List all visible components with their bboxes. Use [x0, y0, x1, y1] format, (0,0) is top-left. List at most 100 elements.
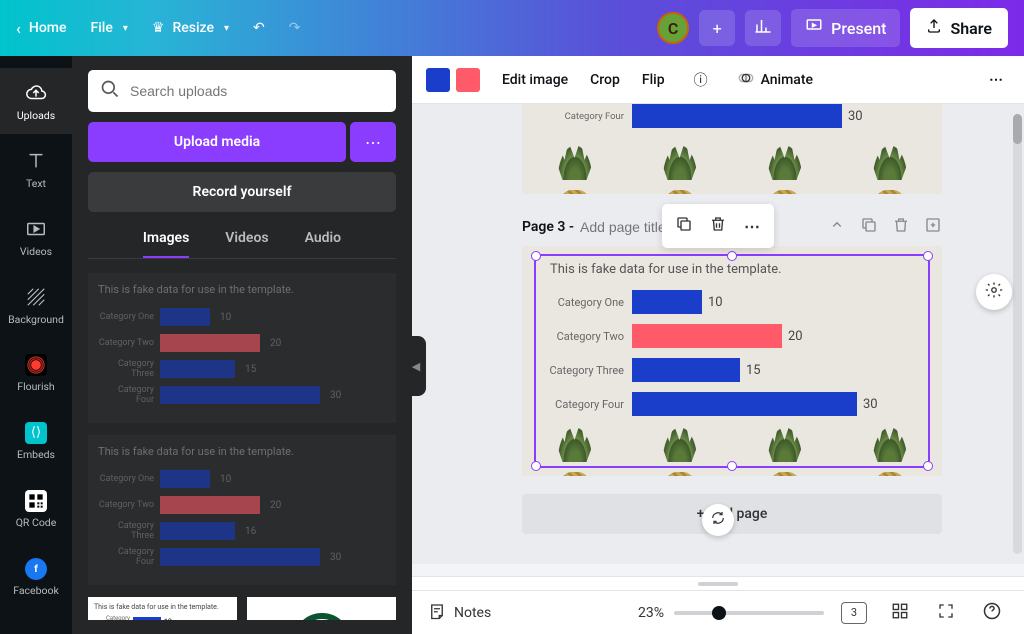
resize-handle[interactable]	[923, 251, 933, 261]
notes-icon	[428, 602, 446, 624]
animate-icon	[737, 69, 755, 91]
rail-videos[interactable]: Videos	[0, 204, 72, 270]
chevron-down-icon: ▾	[224, 23, 229, 34]
resize-label: Resize	[172, 20, 214, 36]
header-left: ‹ Home File ▾ ♛ Resize ▾ ↶ ↷	[16, 19, 300, 38]
fullscreen-button[interactable]	[930, 597, 962, 629]
pineapple-image	[865, 422, 915, 476]
thumbnail[interactable]: This is fake data for use in the templat…	[88, 597, 237, 620]
rail-label: Uploads	[17, 109, 55, 122]
copy-icon	[675, 215, 693, 237]
video-icon	[24, 217, 48, 241]
share-button[interactable]: Share	[910, 8, 1008, 48]
text-icon	[24, 149, 48, 173]
horizontal-scrollbar[interactable]	[412, 564, 1024, 576]
more-button[interactable]: ⋯	[736, 210, 768, 242]
scrollbar-thumb[interactable]	[1013, 114, 1022, 144]
resize-handle[interactable]	[531, 251, 541, 261]
more-button[interactable]: ⋯	[982, 66, 1010, 94]
share-label: Share	[950, 19, 992, 38]
upload-row: Upload media ⋯	[88, 122, 396, 162]
tab-videos[interactable]: Videos	[225, 230, 268, 258]
delete-button[interactable]	[702, 210, 734, 242]
page-floating-toolbar: ⋯	[662, 204, 774, 248]
redo-button[interactable]: ↷	[289, 20, 301, 36]
slider-thumb[interactable]	[712, 606, 726, 620]
tab-images[interactable]: Images	[143, 230, 189, 258]
page-actions	[828, 216, 942, 238]
help-icon	[982, 601, 1002, 625]
rail-embeds[interactable]: ⟨⟩ Embeds	[0, 408, 72, 474]
grid-view-button[interactable]	[884, 597, 916, 629]
flip-button[interactable]: Flip	[642, 72, 665, 88]
upload-more-button[interactable]: ⋯	[350, 122, 396, 162]
footer-drag-handle[interactable]	[412, 576, 1024, 590]
page-count-button[interactable]: 3	[838, 597, 870, 629]
resize-handle[interactable]	[727, 251, 737, 261]
color-swatch-1[interactable]	[426, 68, 450, 92]
page-label: Page 3 -	[522, 219, 574, 235]
thumbnail[interactable]: This is fake data for use in the templat…	[88, 435, 396, 585]
resize-menu[interactable]: ♛ Resize ▾	[152, 20, 229, 36]
color-swatch-2[interactable]	[456, 68, 480, 92]
search-input[interactable]	[130, 83, 384, 99]
delete-page-button[interactable]	[892, 216, 910, 238]
info-button[interactable]: ⓘ	[687, 66, 715, 94]
zoom-slider[interactable]	[674, 611, 824, 615]
pineapple-image	[760, 422, 810, 476]
add-member-button[interactable]: +	[699, 10, 735, 46]
animate-button[interactable]: Animate	[737, 69, 813, 91]
upload-media-button[interactable]: Upload media	[88, 122, 346, 162]
rail-text[interactable]: Text	[0, 136, 72, 202]
home-button[interactable]: ‹ Home	[16, 19, 66, 38]
thumbnail[interactable]: This is fake data for use in the templat…	[88, 273, 396, 423]
trash-icon	[709, 215, 727, 237]
rail-label: Text	[26, 177, 46, 190]
page-current[interactable]: This is fake data for use in the templat…	[522, 246, 942, 476]
undo-icon: ↶	[253, 20, 265, 36]
page-preview[interactable]: Category Four30	[522, 104, 942, 194]
pineapple-image	[655, 422, 705, 476]
crop-button[interactable]: Crop	[590, 72, 620, 88]
rail-qrcode[interactable]: QR Code	[0, 476, 72, 542]
rail-background[interactable]: Background	[0, 272, 72, 338]
thumbnail[interactable]	[247, 597, 396, 620]
rail-label: Facebook	[13, 584, 59, 597]
page-up-button[interactable]	[828, 216, 846, 238]
present-button[interactable]: Present	[791, 9, 900, 47]
flourish-icon	[25, 354, 47, 376]
circular-chart-icon	[292, 612, 352, 620]
page-count-badge: 3	[841, 602, 867, 624]
more-icon: ⋯	[744, 217, 760, 236]
sidebar-panel: Upload media ⋯ Record yourself Images Vi…	[72, 56, 412, 634]
top-header: ‹ Home File ▾ ♛ Resize ▾ ↶ ↷ C + Present	[0, 0, 1024, 56]
canvas-scroll[interactable]: Category Four30 ⋯ Page 3	[412, 104, 1024, 564]
record-yourself-button[interactable]: Record yourself	[88, 172, 396, 212]
pineapple-image	[550, 422, 600, 476]
info-icon: ⓘ	[694, 70, 708, 90]
vertical-scrollbar[interactable]	[1013, 114, 1022, 554]
add-page-button[interactable]	[924, 216, 942, 238]
rail-flourish[interactable]: Flourish	[0, 340, 72, 406]
duplicate-button[interactable]	[668, 210, 700, 242]
help-button[interactable]	[976, 597, 1008, 629]
rotate-fab[interactable]	[702, 504, 734, 536]
rail-label: Background	[8, 313, 64, 326]
notes-button[interactable]: Notes	[428, 602, 491, 624]
undo-button[interactable]: ↶	[253, 20, 265, 36]
file-menu[interactable]: File ▾	[90, 20, 127, 36]
crop-fab[interactable]	[976, 274, 1012, 310]
avatar[interactable]: C	[657, 12, 689, 44]
sidebar-tabs: Images Videos Audio	[88, 230, 396, 259]
bottom-bar: Notes 23% 3	[412, 590, 1024, 634]
insights-button[interactable]	[745, 10, 781, 46]
tab-audio[interactable]: Audio	[305, 230, 342, 258]
edit-image-button[interactable]: Edit image	[502, 72, 568, 88]
rail-uploads[interactable]: Uploads	[0, 68, 72, 134]
more-icon: ⋯	[365, 133, 381, 152]
rail-facebook[interactable]: f Facebook	[0, 544, 72, 610]
search-box[interactable]	[88, 70, 396, 112]
duplicate-page-button[interactable]	[860, 216, 878, 238]
present-icon	[805, 17, 823, 39]
pineapple-image	[655, 140, 705, 194]
